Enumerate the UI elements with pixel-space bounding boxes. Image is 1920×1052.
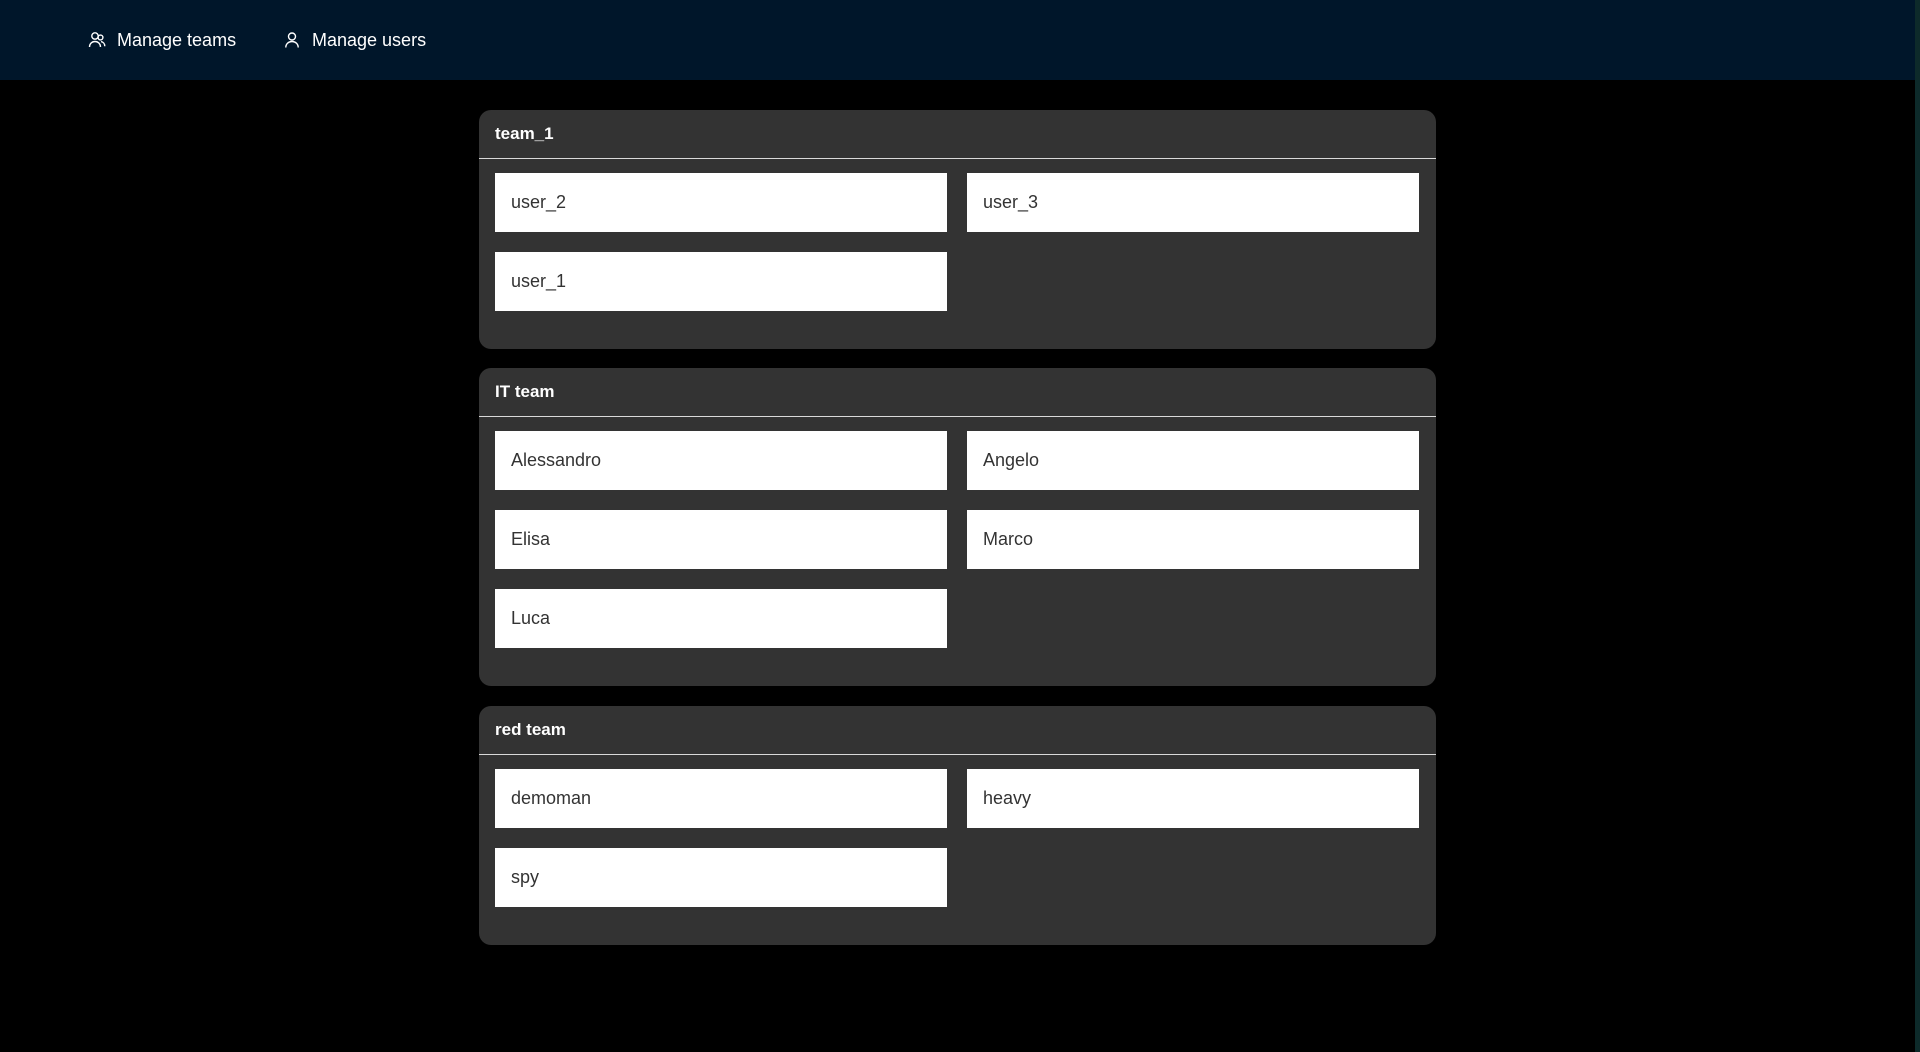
manage-teams-link[interactable]: Manage teams — [87, 0, 236, 80]
manage-teams-label: Manage teams — [117, 29, 237, 50]
scrollbar-track — [1915, 0, 1920, 1052]
team-name: team_1 — [479, 110, 1436, 159]
member-item[interactable]: user_3 — [967, 173, 1419, 232]
member-item[interactable]: user_2 — [495, 173, 947, 232]
team-name: IT team — [479, 368, 1436, 417]
team-card: red team demoman heavy spy — [479, 706, 1436, 945]
team-name: red team — [479, 706, 1436, 755]
manage-users-label: Manage users — [312, 29, 427, 50]
team-card: team_1 user_2 user_3 user_1 — [479, 110, 1436, 349]
member-item[interactable]: spy — [495, 848, 947, 907]
member-item[interactable]: heavy — [967, 769, 1419, 828]
team-card: IT team Alessandro Angelo Elisa Marco Lu… — [479, 368, 1436, 686]
member-item[interactable]: Angelo — [967, 431, 1419, 490]
manage-users-link[interactable]: Manage users — [282, 0, 426, 80]
member-item[interactable]: Elisa — [495, 510, 947, 569]
member-item[interactable]: demoman — [495, 769, 947, 828]
member-item[interactable]: Luca — [495, 589, 947, 648]
member-item[interactable]: Alessandro — [495, 431, 947, 490]
member-item[interactable]: user_1 — [495, 252, 947, 311]
user-icon — [282, 30, 302, 50]
top-navigation-bar: Manage teams Manage users — [0, 0, 1915, 80]
member-item[interactable]: Marco — [967, 510, 1419, 569]
users-icon — [87, 30, 107, 50]
